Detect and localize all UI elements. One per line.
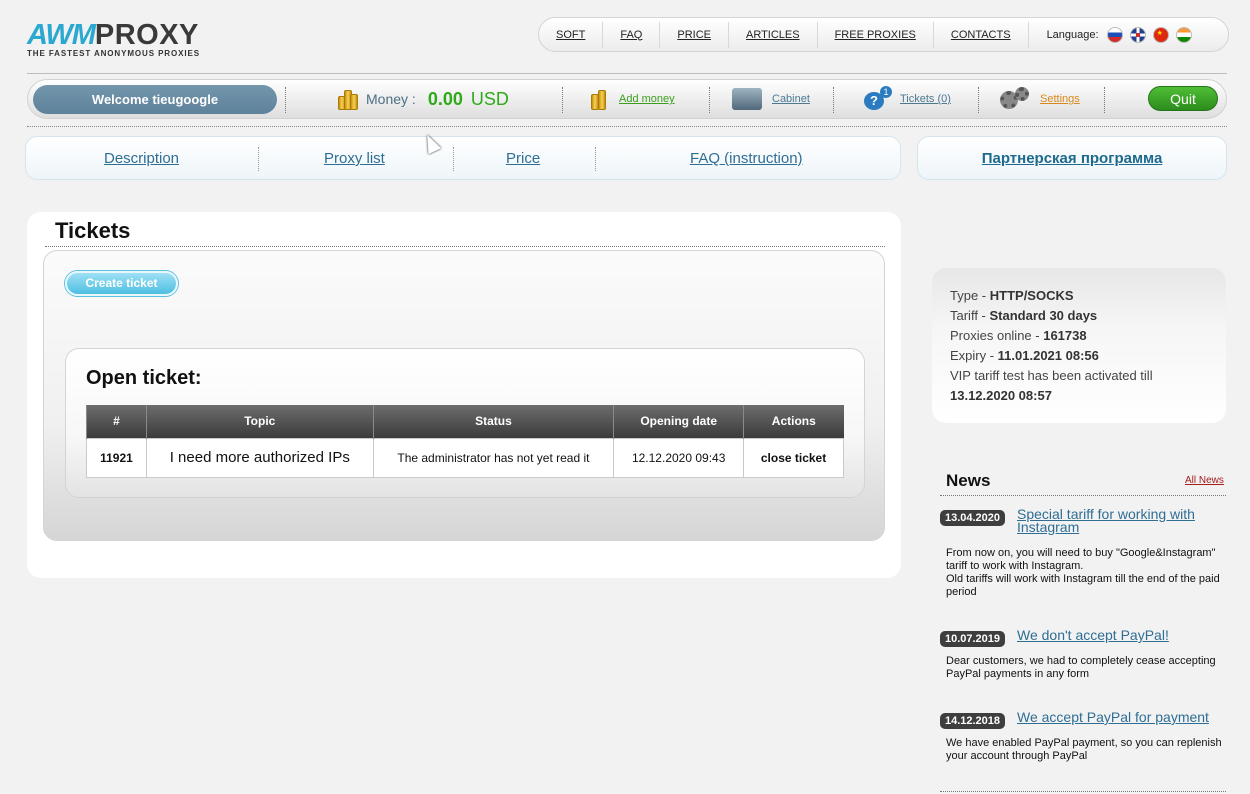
close-ticket-link[interactable]: close ticket [743, 437, 844, 478]
vip-text: VIP tariff test has been activated till [950, 368, 1153, 383]
ticket-topic[interactable]: I need more authorized IPs [145, 437, 374, 478]
partner-program-box: Партнерская программа [917, 136, 1227, 180]
nav-contacts[interactable]: CONTACTS [934, 21, 1029, 48]
separator [595, 147, 596, 171]
help-bubble-icon: ? 1 [864, 86, 892, 110]
gear-icon [1000, 87, 1032, 111]
desk-icon [732, 88, 762, 110]
partner-program-link[interactable]: Партнерская программа [982, 150, 1163, 167]
money-value: 0.00 [427, 88, 463, 109]
news-title-link[interactable]: Special tariff for working with Instagra… [1017, 507, 1222, 534]
add-money-link[interactable]: Add money [619, 93, 675, 105]
nav-articles[interactable]: ARTICLES [729, 21, 818, 48]
news-text: From now on, you will need to buy "Googl… [946, 547, 1220, 598]
expiry-value: 11.01.2021 08:56 [997, 348, 1099, 363]
top-navigation: SOFT FAQ PRICE ARTICLES FREE PROXIES CON… [538, 17, 1229, 52]
language-label: Language: [1046, 28, 1099, 41]
header-divider [27, 73, 1227, 74]
subnav-description[interactable]: Description [104, 150, 179, 167]
section-navigation: Description Proxy list Price FAQ (instru… [25, 136, 901, 180]
news-title-link[interactable]: We accept PayPal for payment [1017, 710, 1222, 724]
settings-item: Settings [1000, 80, 1080, 118]
tickets-item: ? 1 Tickets (0) [864, 80, 951, 118]
news-date: 13.04.2020 [940, 510, 1005, 526]
flag-cn-icon[interactable] [1152, 26, 1169, 43]
news-divider [940, 495, 1226, 496]
separator [978, 87, 979, 113]
news-heading: News [946, 471, 991, 490]
title-divider [45, 246, 885, 247]
subnav-faq-instruction[interactable]: FAQ (instruction) [690, 150, 803, 167]
nav-free-proxies[interactable]: FREE PROXIES [818, 21, 934, 48]
ticket-opening-date: 12.12.2020 09:43 [613, 437, 745, 478]
quit-button[interactable]: Quit [1148, 86, 1218, 111]
tariff-value: Standard 30 days [989, 308, 1098, 323]
open-ticket-title: Open ticket: [86, 367, 202, 389]
tickets-panel: Tickets Create ticket Open ticket: # Top… [27, 212, 901, 578]
page-title: Tickets [55, 218, 131, 243]
table-header-row: # Topic Status Opening date Actions [86, 405, 844, 438]
settings-link[interactable]: Settings [1040, 93, 1080, 105]
news-text: We have enabled PayPal payment, so you c… [946, 737, 1222, 762]
flag-uk-icon[interactable] [1129, 26, 1146, 43]
welcome-badge: Welcome tieugoogle [33, 85, 277, 114]
cabinet-link[interactable]: Cabinet [772, 93, 810, 105]
subnav-price[interactable]: Price [506, 150, 540, 167]
column-header-id: # [86, 405, 147, 438]
money-currency: USD [470, 88, 509, 109]
open-ticket-box: Open ticket: # Topic Status Opening date… [65, 348, 865, 498]
column-header-topic: Topic [145, 405, 374, 438]
separator [258, 147, 259, 171]
logo-tagline: THE FASTEST ANONYMOUS PROXIES [27, 49, 200, 58]
cabinet-item: Cabinet [732, 80, 810, 118]
separator [562, 87, 563, 113]
tickets-table: # Topic Status Opening date Actions 1192… [86, 405, 844, 478]
language-selector: Language: [1029, 26, 1199, 43]
nav-soft[interactable]: SOFT [539, 21, 604, 48]
nav-price[interactable]: PRICE [660, 21, 729, 48]
subscription-info: Type - HTTP/SOCKS Tariff - Standard 30 d… [950, 288, 1153, 403]
subscription-info-card: Type - HTTP/SOCKS Tariff - Standard 30 d… [932, 268, 1226, 423]
separator [709, 87, 710, 113]
news-title-link[interactable]: We don't accept PayPal! [1017, 628, 1222, 642]
ticket-status: The administrator has not yet read it [372, 437, 615, 478]
money-label: Money : [366, 91, 416, 107]
flag-in-icon[interactable] [1175, 26, 1192, 43]
table-row: 11921 I need more authorized IPs The adm… [86, 437, 844, 478]
proxies-online-value: 161738 [1043, 328, 1087, 343]
column-header-status: Status [372, 405, 614, 438]
separator [1104, 87, 1105, 113]
column-header-opening-date: Opening date [613, 405, 744, 438]
ticket-id[interactable]: 11921 [86, 437, 147, 478]
userbar-divider [27, 126, 1227, 127]
user-bar: Welcome tieugoogle Money : 0.00 USD Add … [27, 79, 1227, 119]
add-money-item: Add money [591, 80, 675, 118]
flag-ru-icon[interactable] [1106, 26, 1123, 43]
news-date: 14.12.2018 [940, 713, 1005, 729]
money-display: Money : 0.00 USD [338, 80, 509, 118]
coins-icon [338, 88, 358, 110]
site-logo[interactable]: AWMPROXY THE FASTEST ANONYMOUS PROXIES [27, 19, 200, 59]
proxy-type-value: HTTP/SOCKS [989, 288, 1074, 303]
separator [285, 87, 286, 113]
separator [833, 87, 834, 113]
column-header-actions: Actions [743, 405, 844, 438]
vip-until-value: 13.12.2020 08:57 [950, 388, 1052, 403]
tickets-content: Create ticket Open ticket: # Topic Statu… [43, 250, 885, 541]
add-money-icon [591, 88, 611, 110]
tickets-link[interactable]: Tickets (0) [900, 93, 951, 105]
create-ticket-button[interactable]: Create ticket [65, 271, 178, 296]
separator [453, 147, 454, 171]
logo-wordmark: AWMPROXY [27, 19, 199, 51]
nav-faq[interactable]: FAQ [603, 21, 661, 48]
subnav-proxy-list[interactable]: Proxy list [324, 150, 385, 167]
news-text: Dear customers, we had to completely cea… [946, 655, 1216, 680]
news-bottom-divider [940, 791, 1226, 792]
all-news-link[interactable]: All News [1185, 475, 1224, 486]
news-date: 10.07.2019 [940, 631, 1005, 647]
